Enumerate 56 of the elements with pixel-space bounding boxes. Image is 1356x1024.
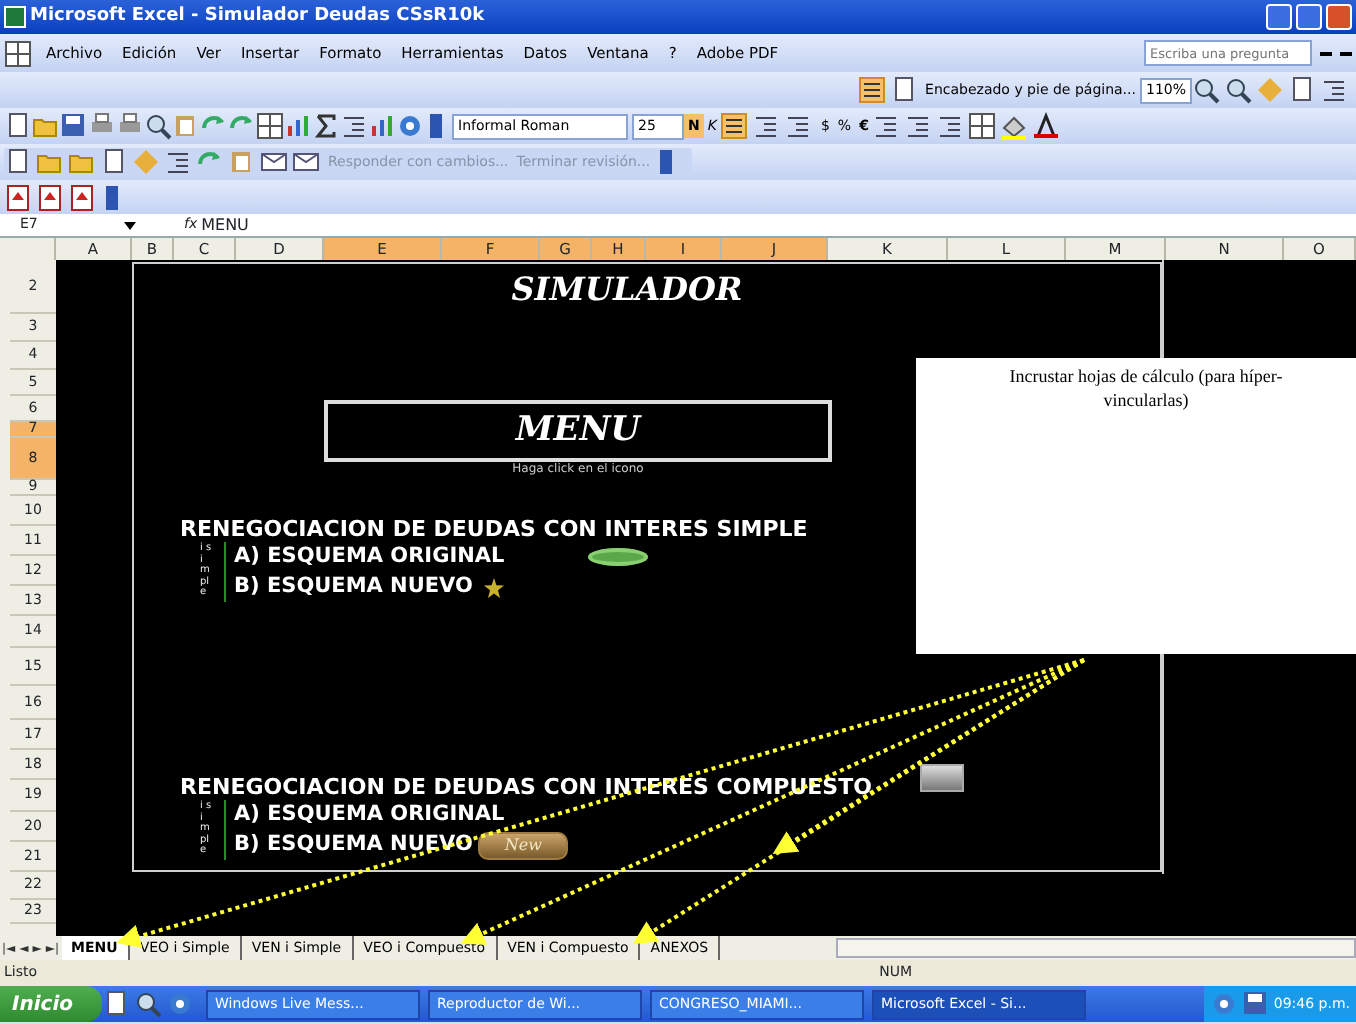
dropdown-arrow-icon[interactable] bbox=[124, 221, 136, 229]
search-icon[interactable] bbox=[133, 990, 161, 1018]
indent-icon[interactable] bbox=[752, 112, 781, 140]
new-document-icon[interactable] bbox=[889, 76, 918, 104]
mail-icon[interactable] bbox=[292, 148, 320, 176]
menu-option[interactable]: B) ESQUEMA NUEVO bbox=[234, 572, 473, 602]
clipboard-icon[interactable] bbox=[228, 148, 256, 176]
menu-option[interactable]: A) ESQUEMA ORIGINAL bbox=[234, 800, 505, 830]
pdf-icon[interactable] bbox=[68, 183, 96, 211]
image-button-icon[interactable] bbox=[920, 764, 964, 792]
borders-icon[interactable] bbox=[4, 39, 32, 67]
chart-icon[interactable] bbox=[368, 112, 396, 140]
menu-box[interactable]: MENU bbox=[324, 400, 832, 462]
clipboard-icon[interactable] bbox=[172, 112, 200, 140]
sheet-title: SIMULADOR bbox=[509, 272, 745, 308]
new-document-icon[interactable] bbox=[4, 112, 32, 140]
formula-field[interactable]: MENU bbox=[201, 213, 249, 237]
new-document-icon[interactable] bbox=[1288, 76, 1316, 104]
star-icon[interactable] bbox=[484, 577, 505, 597]
borders-icon[interactable] bbox=[968, 112, 997, 140]
save-icon[interactable] bbox=[60, 112, 88, 140]
search-icon[interactable] bbox=[1224, 76, 1252, 104]
excel-logo-icon bbox=[4, 6, 26, 28]
pdf-icon[interactable] bbox=[4, 183, 32, 211]
new-document-icon[interactable] bbox=[100, 148, 128, 176]
indent-icon[interactable] bbox=[904, 112, 933, 140]
maximize-button[interactable] bbox=[1296, 4, 1322, 30]
new-document-icon[interactable] bbox=[4, 148, 32, 176]
horizontal-scrollbar[interactable] bbox=[836, 938, 1356, 958]
indent-icon[interactable] bbox=[164, 148, 192, 176]
note-box: Incrustar hojas de cálculo (para híper-vincularlas) bbox=[916, 358, 1356, 654]
align-icon[interactable] bbox=[857, 76, 886, 104]
borders-icon[interactable] bbox=[256, 112, 284, 140]
fill-color-icon[interactable] bbox=[1000, 112, 1029, 140]
align-icon[interactable] bbox=[720, 112, 749, 140]
save-icon[interactable] bbox=[1241, 990, 1270, 1018]
doc-minimize-icon[interactable] bbox=[1320, 51, 1332, 55]
indent-icon[interactable] bbox=[1320, 76, 1348, 104]
close-button[interactable] bbox=[1326, 4, 1352, 30]
chart-icon[interactable] bbox=[284, 112, 312, 140]
indent-icon[interactable] bbox=[936, 112, 965, 140]
sigma-icon[interactable] bbox=[312, 112, 340, 140]
minimize-button[interactable] bbox=[1266, 4, 1292, 30]
indent-icon[interactable] bbox=[784, 112, 813, 140]
search-icon[interactable] bbox=[144, 112, 172, 140]
font-color-icon[interactable] bbox=[1032, 112, 1061, 140]
pdf-icon[interactable] bbox=[36, 183, 64, 211]
indent-icon[interactable] bbox=[872, 112, 901, 140]
mail-icon[interactable] bbox=[260, 148, 288, 176]
new-document-icon[interactable] bbox=[101, 990, 129, 1018]
window-title: Microsoft Excel - Simulador Deudas CSsR10k bbox=[30, 3, 485, 30]
search-icon[interactable] bbox=[1192, 76, 1220, 104]
indent-icon[interactable] bbox=[340, 112, 368, 140]
menu-option[interactable]: A) ESQUEMA ORIGINAL bbox=[234, 542, 505, 572]
section-heading: RENEGOCIACION DE DEUDAS CON INTERES SIMPLE bbox=[180, 516, 808, 542]
oval-button-icon[interactable] bbox=[588, 548, 649, 566]
